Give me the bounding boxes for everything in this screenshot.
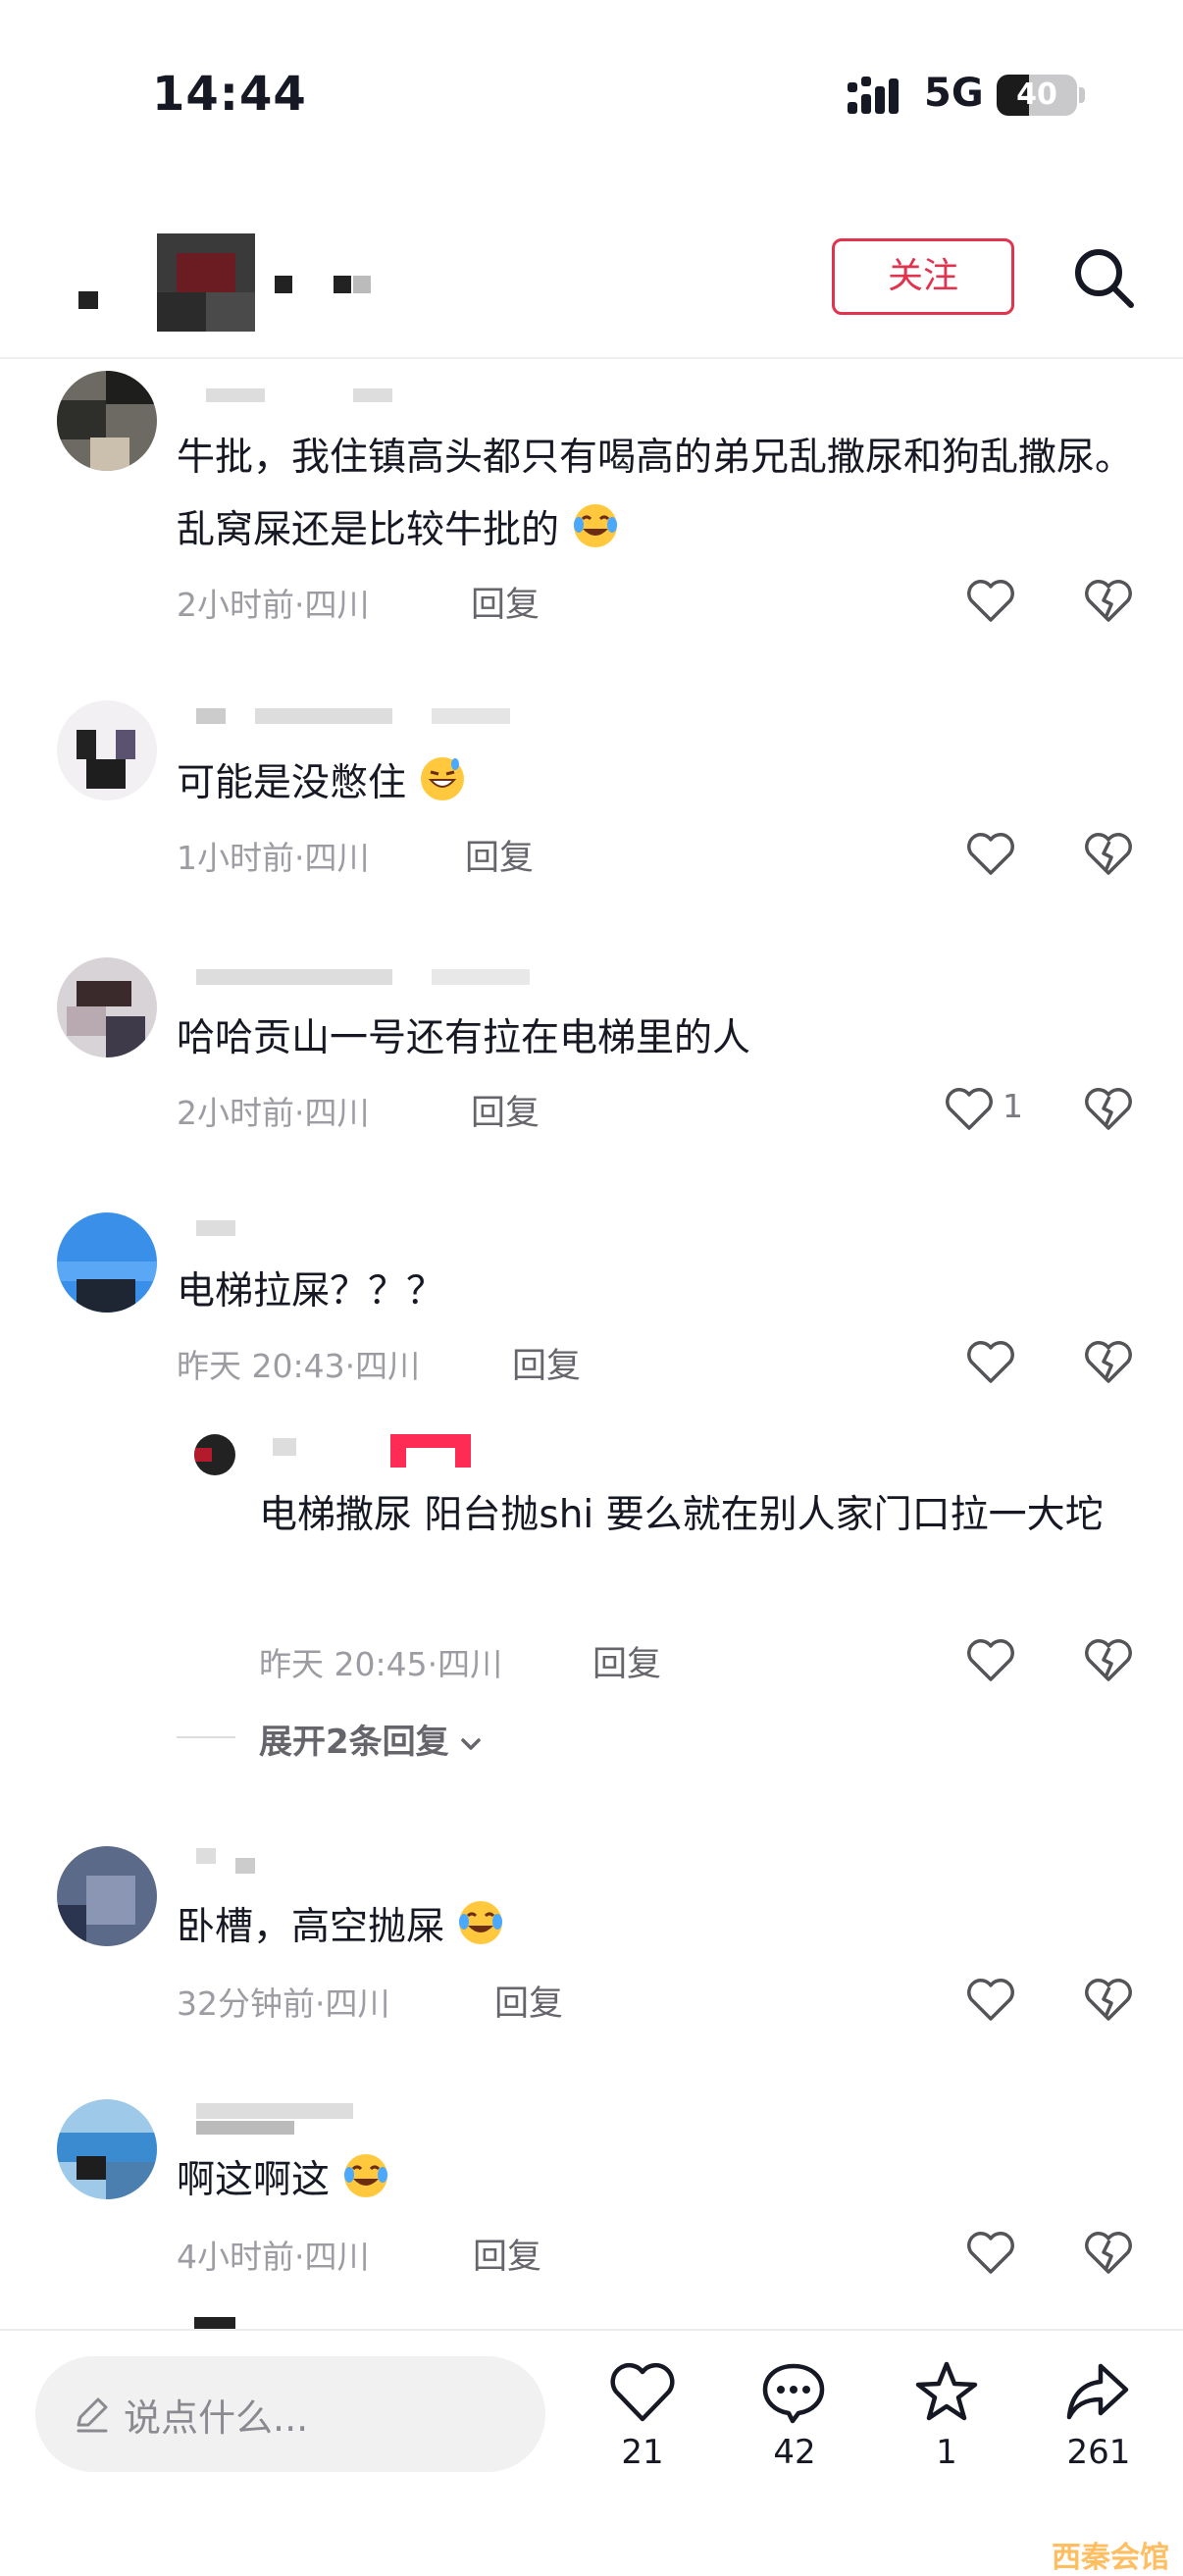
comment-count: 42: [773, 2433, 816, 2472]
comment-meta: 32分钟前·四川: [177, 1984, 390, 2023]
reply-button[interactable]: 回复: [471, 1085, 540, 1135]
comment-text-body: 电梯拉屎？？？: [177, 1269, 445, 1314]
heart-icon[interactable]: [965, 1338, 1016, 1385]
comment-meta: 4小时前·四川: [177, 2238, 370, 2276]
comment-text: 牛批，我住镇高头都只有喝高的弟兄乱撒尿和狗乱撒尿。乱窝屎还是比较牛批的: [177, 422, 1138, 567]
reply-button[interactable]: 回复: [512, 1338, 581, 1388]
comment-meta: 2小时前·四川: [177, 586, 370, 624]
tears-of-joy-emoji-icon: [574, 504, 618, 547]
comment-text: 啊这啊这: [177, 2144, 1118, 2217]
expand-replies-label: 展开2条回复: [259, 1723, 449, 1762]
broken-heart-icon[interactable]: [1083, 1338, 1134, 1385]
comment-meta: 昨天 20:43·四川: [177, 1347, 421, 1385]
comment-meta: 2小时前·四川: [177, 1094, 370, 1132]
commenter-avatar[interactable]: [57, 957, 157, 1057]
broken-heart-icon[interactable]: [1083, 1636, 1134, 1683]
battery-icon: 40: [997, 75, 1077, 116]
comment-text: 哈哈贡山一号还有拉在电梯里的人: [177, 1003, 1118, 1075]
cellular-signal-icon: [848, 77, 899, 114]
battery-tip: [1079, 87, 1085, 103]
expand-divider: [177, 1736, 235, 1738]
comment-text-body: 可能是没憋住: [177, 761, 407, 805]
pencil-icon: [77, 2397, 108, 2433]
comment-text: 可能是没憋住: [177, 747, 1138, 820]
comment-text-body: 哈哈贡山一号还有拉在电梯里的人: [177, 1016, 751, 1060]
heart-icon[interactable]: [965, 1636, 1016, 1683]
comment-text: 卧槽，高空抛屎: [177, 1891, 1118, 1964]
expand-replies-button[interactable]: 展开2条回复: [259, 1715, 484, 1763]
status-time: 14:44: [152, 67, 307, 122]
broken-heart-icon[interactable]: [1083, 830, 1134, 877]
heart-icon[interactable]: [944, 1085, 995, 1132]
follow-button[interactable]: 关注: [832, 238, 1014, 315]
commenter-name-blurred: [177, 1218, 235, 1240]
like-count: 1: [1003, 1087, 1023, 1125]
chevron-down-icon: [461, 1738, 481, 1750]
commenter-avatar[interactable]: [57, 1212, 157, 1313]
favorite-count: 1: [936, 2433, 957, 2472]
commenter-avatar[interactable]: [57, 700, 157, 800]
reply-button[interactable]: 回复: [494, 1976, 563, 2026]
reply-meta: 昨天 20:45·四川: [259, 1645, 503, 1683]
broken-heart-icon[interactable]: [1083, 577, 1134, 624]
commenter-name-blurred: [177, 1846, 275, 1876]
comment-input-placeholder: 说点什么...: [124, 2396, 309, 2440]
commenter-name-blurred: [177, 386, 451, 406]
commenter-name-blurred: [177, 967, 569, 989]
star-icon[interactable]: [912, 2358, 981, 2427]
comment-text-body: 牛批，我住镇高头都只有喝高的弟兄乱撒尿和狗乱撒尿。乱窝屎还是比较牛批的: [177, 436, 1134, 552]
heart-icon[interactable]: [965, 830, 1016, 877]
reply-author-avatar[interactable]: [194, 1434, 235, 1475]
header-divider: [0, 357, 1183, 359]
tears-of-joy-emoji-icon: [459, 1901, 503, 1944]
reply-button[interactable]: 回复: [465, 830, 534, 880]
share-count: 261: [1066, 2433, 1131, 2472]
commenter-avatar[interactable]: [57, 2099, 157, 2199]
broken-heart-icon[interactable]: [1083, 1085, 1134, 1132]
reply-text: 电梯撒尿 阳台抛shi 要么就在别人家门口拉一大坨: [259, 1493, 1104, 1537]
tears-of-joy-emoji-icon: [344, 2154, 388, 2197]
share-icon[interactable]: [1063, 2358, 1132, 2427]
comment-text-body: 卧槽，高空抛屎: [177, 1905, 445, 1949]
next-commenter-avatar-partial: [194, 2317, 235, 2329]
broken-heart-icon[interactable]: [1083, 2229, 1134, 2276]
commenter-avatar[interactable]: [57, 371, 157, 471]
heart-icon[interactable]: [965, 577, 1016, 624]
comment-meta: 1小时前·四川: [177, 839, 370, 877]
commenter-name-blurred: [177, 2099, 471, 2138]
grin-sweat-emoji-icon: [421, 757, 465, 800]
heart-icon[interactable]: [608, 2358, 677, 2427]
reply-author-name-blurred: [253, 1434, 489, 1473]
comment-text-body: 啊这啊这: [177, 2158, 331, 2202]
heart-icon[interactable]: [965, 1976, 1016, 2023]
heart-icon[interactable]: [965, 2229, 1016, 2276]
like-count: 21: [621, 2433, 664, 2472]
broken-heart-icon[interactable]: [1083, 1976, 1134, 2023]
watermark-logo: 西秦会馆: [1052, 2541, 1169, 2575]
battery-level: 40: [1016, 77, 1057, 112]
reply-button[interactable]: 回复: [473, 2229, 541, 2279]
search-icon[interactable]: [1071, 245, 1136, 310]
bottom-bar-divider: [0, 2329, 1183, 2331]
reply-button[interactable]: 回复: [592, 1636, 661, 1686]
network-type: 5G: [924, 71, 984, 116]
comment-text: 电梯拉屎？？？: [177, 1256, 1118, 1328]
comment-bubble-icon[interactable]: [759, 2358, 828, 2427]
commenter-name-blurred: [177, 706, 589, 728]
reply-button[interactable]: 回复: [471, 577, 540, 627]
author-name-blurred: [78, 270, 373, 309]
commenter-avatar[interactable]: [57, 1846, 157, 1946]
